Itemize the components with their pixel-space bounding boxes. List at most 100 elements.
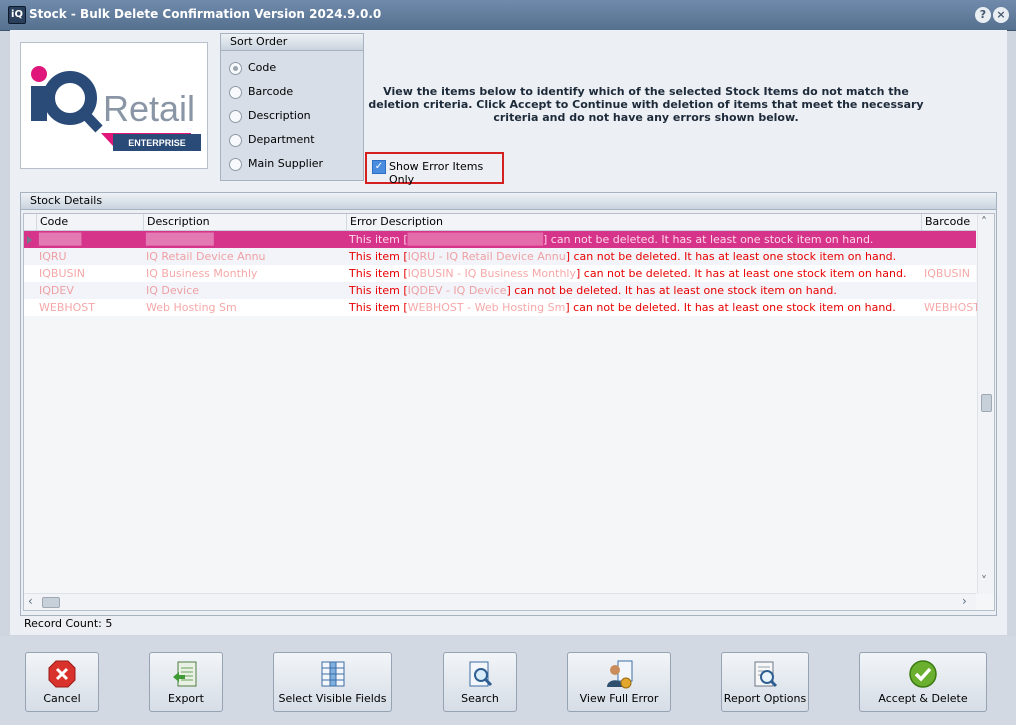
error-suffix: ] can not be deleted. It has at least on… [542,233,874,246]
search-icon [469,661,493,687]
help-button[interactable]: ? [975,7,991,23]
cell-description: Web Hosting Sm [146,301,237,314]
accept-check-icon [909,660,937,688]
report-options-label: Report Options [723,692,807,705]
stock-grid[interactable]: Code Description Error Description Barco… [23,213,995,611]
radio-barcode[interactable] [229,85,242,99]
accept-delete-label: Accept & Delete [878,692,968,705]
scroll-down-icon[interactable]: ˅ [981,574,987,588]
logo-tagline: ENTERPRISE [128,138,186,148]
select-visible-fields-label: Select Visible Fields [278,692,387,705]
main-content: Retail ENTERPRISE Sort Order Code Barcod… [10,30,1007,635]
export-button[interactable]: Export [149,652,223,712]
column-header-barcode[interactable]: Barcode [921,214,978,230]
row-indicator-icon [27,236,32,244]
show-error-items-toggle[interactable]: ✓ Show Error Items Only [365,152,504,186]
scroll-left-icon[interactable]: ‹ [28,594,33,608]
sort-option-barcode[interactable]: Barcode [229,83,293,101]
scroll-up-icon[interactable]: ˄ [981,215,987,229]
table-row[interactable]: IQDEV IQ Device This item [IQDEV - IQ De… [24,282,976,299]
select-visible-fields-button[interactable]: Select Visible Fields [273,652,392,712]
info-message: View the items below to identify which o… [368,85,924,124]
close-button[interactable]: × [993,7,1009,23]
error-prefix: This item [ [349,250,408,263]
error-prefix: This item [ [349,233,408,246]
columns-icon [321,661,344,687]
vertical-scroll-thumb[interactable] [981,394,992,412]
window-title: Stock - Bulk Delete Confirmation Version… [29,7,382,21]
error-suffix: ] can not be deleted. It has at least on… [565,250,897,263]
error-prefix: This item [ [349,284,408,297]
error-suffix: ] can not be deleted. It has at least on… [506,284,837,297]
horizontal-scrollbar[interactable]: ‹ › [24,593,976,610]
error-item-redacted: IQRU - IQ Retail Device Annu [407,250,566,263]
horizontal-scroll-thumb[interactable] [42,597,60,608]
sort-option-code[interactable]: Code [229,59,276,77]
sort-option-department[interactable]: Department [229,131,315,149]
stock-details-panel: Stock Details Code Description Error Des… [20,192,997,616]
sort-option-label: Barcode [248,85,294,98]
cell-error: This item [IQBUSIN - IQ Business Monthly… [346,265,919,282]
cell-code: IQBUSIN [39,267,85,280]
error-item-redacted: IQBUSIN - IQ Business Monthly [407,267,576,280]
radio-department[interactable] [229,133,242,147]
radio-description[interactable] [229,109,242,123]
column-header-error-description[interactable]: Error Description [346,214,920,230]
column-header-description[interactable]: Description [143,214,343,230]
sort-option-description[interactable]: Description [229,107,311,125]
sort-order-title: Sort Order [221,34,363,51]
export-icon [173,661,197,687]
radio-main-supplier[interactable] [229,157,242,171]
vertical-scrollbar[interactable]: ˄ ˅ [977,214,994,594]
view-full-error-label: View Full Error [579,692,659,705]
table-row[interactable]: IQBUSIN IQ Business Monthly This item [I… [24,265,976,282]
svg-text:Retail: Retail [103,88,195,129]
cell-error: This item [IQDEV - IQ Device] can not be… [346,282,919,299]
sort-order-panel: Sort Order Code Barcode Description Depa… [220,33,364,181]
cell-barcode [921,231,977,248]
search-button[interactable]: Search [443,652,517,712]
cell-barcode [921,282,977,299]
show-error-items-label: Show Error Items Only [389,160,484,186]
error-suffix: ] can not be deleted. It has at least on… [576,267,907,280]
cell-description: IQ Retail Device Annu [146,250,266,263]
column-header-code[interactable]: Code [36,214,141,230]
error-item-redacted: ████████████████ [407,233,543,246]
stock-details-title: Stock Details [21,193,996,210]
search-label: Search [461,692,499,705]
cell-code: █████ [39,233,82,246]
cell-error: This item [WEBHOST - Web Hosting Sm] can… [346,299,919,316]
report-options-button[interactable]: Report Options [721,652,809,712]
radio-code[interactable] [229,61,242,75]
scroll-right-icon[interactable]: › [962,594,967,608]
export-label: Export [167,692,204,705]
cell-code: IQRU [39,250,67,263]
cancel-icon [48,660,76,688]
sort-option-label: Code [248,61,277,74]
view-full-error-button[interactable]: View Full Error [567,652,671,712]
record-count: Record Count: 5 [24,617,113,630]
iq-retail-logo-graphic: Retail ENTERPRISE [31,66,201,151]
cell-barcode: IQBUSIN [924,267,970,280]
accept-delete-button[interactable]: Accept & Delete [859,652,987,712]
table-row[interactable]: WEBHOST Web Hosting Sm This item [WEBHOS… [24,299,977,316]
cancel-label: Cancel [43,692,81,705]
cell-error: This item [████████████████] can not be … [346,231,919,248]
error-item-redacted: WEBHOST - Web Hosting Sm [407,301,566,314]
table-row[interactable]: █████ ████████ This item [██████████████… [24,231,976,248]
checkbox-checked-icon[interactable]: ✓ [372,160,386,174]
app-icon: iQ [8,6,26,24]
button-bar: Cancel Export Select Visible Fields Sear… [0,636,1016,725]
sort-option-main-supplier[interactable]: Main Supplier [229,155,323,173]
cell-error: This item [IQRU - IQ Retail Device Annu]… [346,248,919,265]
cell-barcode: WEBHOST [924,301,977,314]
error-prefix: This item [ [349,267,408,280]
cell-description: IQ Business Monthly [146,267,258,280]
user-document-icon [607,660,633,689]
sort-option-label: Main Supplier [248,157,324,170]
cancel-button[interactable]: Cancel [25,652,99,712]
cell-barcode [921,248,977,265]
error-item-redacted: IQDEV - IQ Device [407,284,507,297]
table-row[interactable]: IQRU IQ Retail Device Annu This item [IQ… [24,248,976,265]
cell-description: IQ Device [146,284,200,297]
